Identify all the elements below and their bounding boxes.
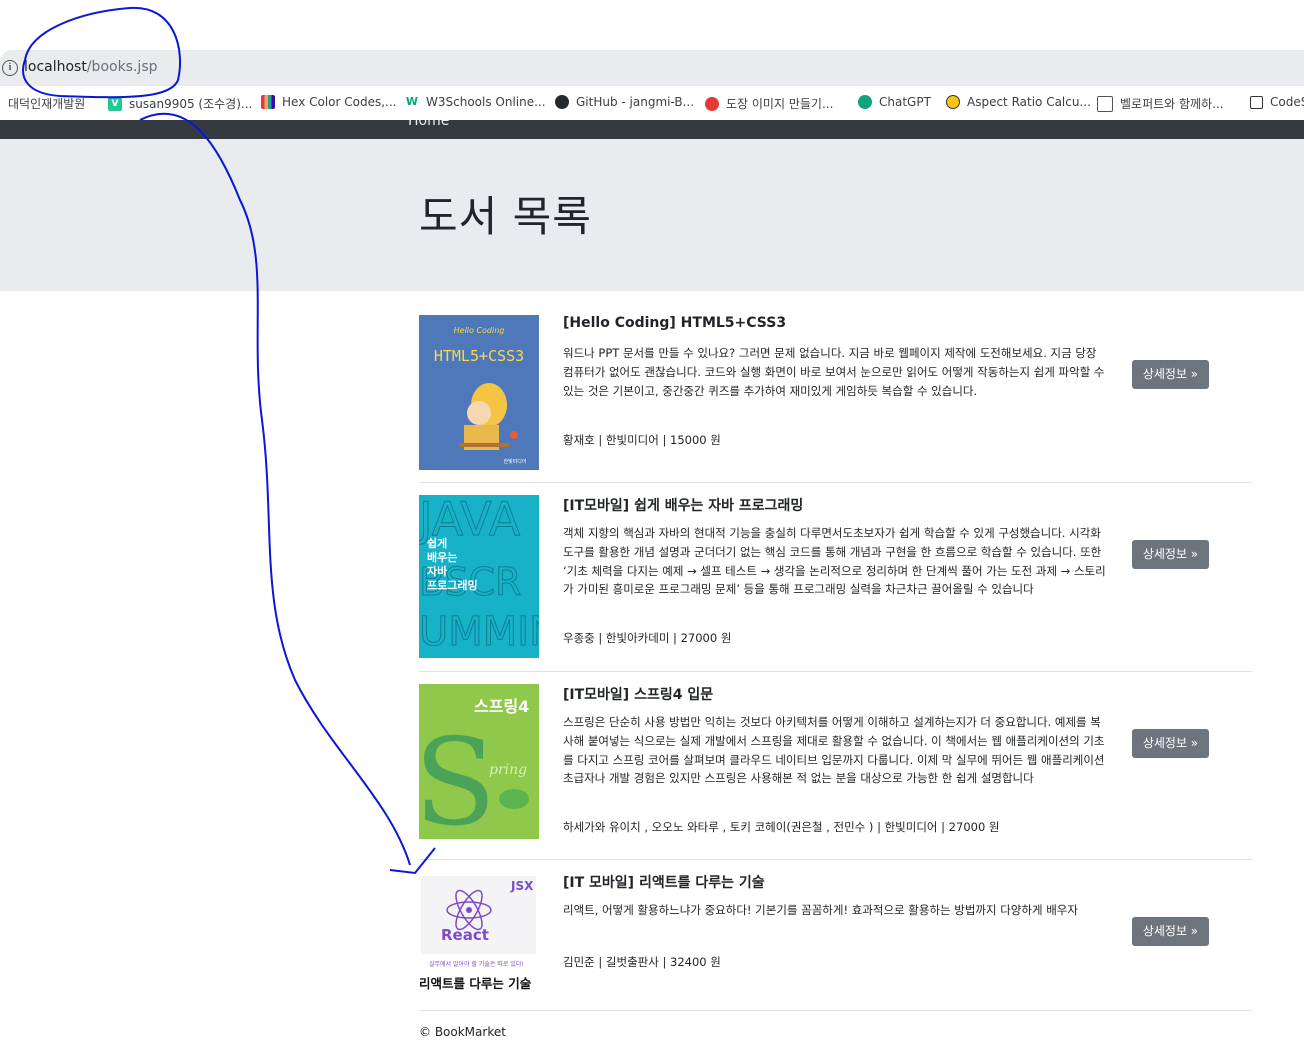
bookmark-label: Aspect Ratio Calcu...	[967, 95, 1091, 109]
bookmark-label: Hex Color Codes,...	[282, 95, 397, 109]
bookmark-item[interactable]: V susan9905 (조수경)...	[108, 95, 252, 112]
stamp-icon	[705, 96, 719, 111]
book-meta: 하세가와 유이치 , 오오노 와타루 , 토키 코헤이(권은철 , 전민수 ) …	[563, 820, 1000, 834]
book-item: Hello Coding HTML5+CSS3 한빛미디어 [Hello Cod…	[419, 315, 1252, 475]
chatgpt-icon	[858, 95, 872, 109]
bookmark-item[interactable]: W W3Schools Online...	[405, 95, 546, 109]
react-book-cover-art: React JSX 실무에서 알아야 할 기술은 따로 있다! 리액트를 다루는…	[419, 872, 539, 994]
book-meta: 황재호 | 한빛미디어 | 15000 원	[563, 433, 721, 447]
cover-title: 리액트를 다루는 기술	[419, 976, 532, 991]
bookmark-item[interactable]: ChatGPT	[858, 95, 931, 109]
url-text[interactable]: localhost/books.jsp	[24, 59, 158, 75]
svg-text:pring: pring	[489, 762, 527, 778]
svg-text:React: React	[441, 926, 489, 944]
bookmark-label: ChatGPT	[879, 95, 931, 109]
book-icon	[1097, 95, 1113, 112]
book-item: 스프링4 S pring [IT모바일] 스프링4 입문 스프링은 단순히 사용…	[419, 684, 1252, 844]
bookmark-label: 벨로퍼트와 함께하...	[1120, 97, 1224, 111]
aspect-ratio-icon	[946, 95, 960, 109]
divider	[419, 671, 1252, 672]
book-description: 워드나 PPT 문서를 만들 수 있나요? 그러면 문제 없습니다. 지금 바로…	[563, 346, 1105, 398]
bookmark-label: GitHub - jangmi-B...	[576, 95, 695, 109]
divider	[419, 1010, 1252, 1011]
book-description: 스프링은 단순히 사용 방법만 익히는 것보다 아키텍처를 어떻게 이해하고 설…	[563, 715, 1105, 786]
url-path: /books.jsp	[86, 59, 158, 75]
annotation-arrow-head	[389, 847, 436, 875]
bookmark-item[interactable]: 도장 이미지 만들기...	[705, 95, 833, 112]
book-meta: 우종중 | 한빛아카데미 | 27000 원	[563, 631, 732, 645]
detail-button[interactable]: 상세정보 »	[1132, 360, 1209, 389]
book-cover: 스프링4 S pring	[419, 684, 539, 839]
html-book-cover-art: Hello Coding HTML5+CSS3 한빛미디어	[419, 315, 539, 470]
book-title: [Hello Coding] HTML5+CSS3	[563, 315, 787, 331]
github-icon	[555, 95, 569, 109]
divider	[419, 482, 1252, 483]
page-title: 도서 목록	[419, 192, 592, 241]
footer-copyright: © BookMarket	[419, 1025, 506, 1039]
svg-text:JSX: JSX	[510, 879, 534, 893]
book-cover: React JSX 실무에서 알아야 할 기술은 따로 있다! 리액트를 다루는…	[419, 872, 539, 994]
bookmark-label: susan9905 (조수경)...	[129, 97, 253, 111]
address-bar[interactable]: i localhost/books.jsp	[0, 50, 1304, 86]
svg-text:쉽게: 쉽게	[427, 536, 447, 550]
color-palette-icon	[261, 95, 275, 109]
detail-button[interactable]: 상세정보 »	[1132, 729, 1209, 758]
book-title: [IT모바일] 스프링4 입문	[563, 687, 714, 703]
bookmark-item[interactable]: GitHub - jangmi-B...	[555, 95, 694, 109]
svg-text:Hello Coding: Hello Coding	[454, 326, 505, 335]
w3schools-icon: W	[405, 95, 419, 109]
page-icon	[1250, 95, 1263, 109]
bookmark-item[interactable]: CodeS	[1250, 95, 1304, 109]
bookmark-label: 대덕인재개발원	[8, 97, 86, 111]
jumbotron: 도서 목록	[0, 139, 1304, 291]
svg-text:프로그래밍: 프로그래밍	[427, 578, 478, 592]
divider	[419, 859, 1252, 860]
bookmark-label: W3Schools Online...	[426, 95, 546, 109]
book-item: React JSX 실무에서 알아야 할 기술은 따로 있다! 리액트를 다루는…	[419, 872, 1252, 1002]
book-meta: 김민준 | 길벗출판사 | 32400 원	[563, 955, 721, 969]
book-cover: JAVA BSCR UMMIN 쉽게 배우는 자바 프로그래밍	[419, 495, 539, 658]
info-icon[interactable]: i	[2, 60, 18, 76]
nav-home-link[interactable]: Home	[408, 120, 449, 129]
detail-button[interactable]: 상세정보 »	[1132, 917, 1209, 946]
bookmark-item[interactable]: 벨로퍼트와 함께하...	[1097, 95, 1224, 112]
svg-text:실무에서 알아야 할 기술은 따로 있다!: 실무에서 알아야 할 기술은 따로 있다!	[429, 960, 524, 968]
svg-text:한빛미디어: 한빛미디어	[503, 458, 526, 465]
java-book-cover-art: JAVA BSCR UMMIN 쉽게 배우는 자바 프로그래밍	[419, 495, 539, 658]
bookmark-item[interactable]: Hex Color Codes,...	[261, 95, 397, 109]
svg-text:자바: 자바	[427, 564, 448, 578]
book-description: 리액트, 어떻게 활용하느냐가 중요하다! 기본기를 꼼꼼하게! 효과적으로 활…	[563, 903, 1078, 917]
detail-button[interactable]: 상세정보 »	[1132, 540, 1209, 569]
book-item: JAVA BSCR UMMIN 쉽게 배우는 자바 프로그래밍 [IT모바일] …	[419, 495, 1252, 660]
svg-text:UMMIN: UMMIN	[419, 609, 539, 655]
book-description: 객체 지향의 핵심과 자바의 현대적 기능을 충실히 다루면서도초보자가 쉽게 …	[563, 526, 1106, 597]
svg-text:S: S	[419, 714, 496, 839]
book-title: [IT모바일] 쉽게 배우는 자바 프로그래밍	[563, 498, 804, 514]
cover-title: HTML5+CSS3	[434, 347, 524, 365]
site-navbar: Home	[0, 120, 1304, 139]
spring-book-cover-art: 스프링4 S pring	[419, 684, 539, 839]
bookmark-label: 도장 이미지 만들기...	[726, 97, 834, 111]
bookmarks-bar: 대덕인재개발원 V susan9905 (조수경)... Hex Color C…	[0, 86, 1304, 120]
bookmark-item[interactable]: Aspect Ratio Calcu...	[946, 95, 1091, 109]
svg-text:배우는: 배우는	[427, 550, 457, 564]
book-cover: Hello Coding HTML5+CSS3 한빛미디어	[419, 315, 539, 470]
url-host: localhost	[24, 59, 87, 75]
bookmark-label: CodeS	[1270, 95, 1304, 109]
bookmark-item[interactable]: 대덕인재개발원	[8, 95, 85, 112]
vimeo-icon: V	[108, 96, 122, 111]
book-title: [IT 모바일] 리액트를 다루는 기술	[563, 875, 765, 891]
